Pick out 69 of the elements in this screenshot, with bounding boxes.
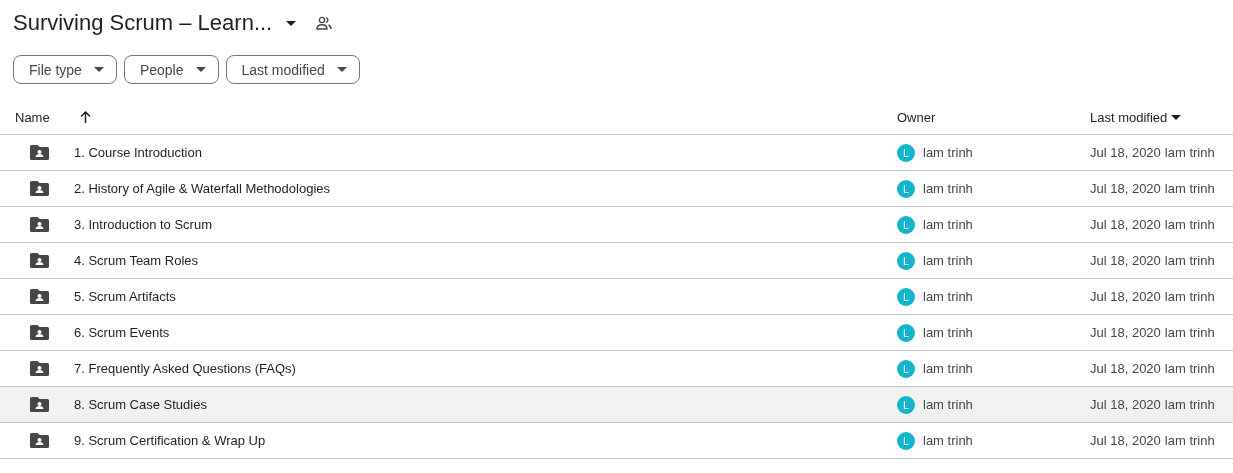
modifier-name: lam trinh — [1164, 397, 1215, 412]
column-header[interactable]: Last modified — [1090, 109, 1168, 125]
owner-avatar: L — [897, 287, 915, 306]
folder-title[interactable]: Surviving Scrum – Learn... — [13, 10, 273, 36]
modified-date: Jul 18, 2020 — [1090, 433, 1161, 448]
column-header[interactable]: Name — [15, 109, 50, 125]
folder-name: 1. Course Introduction — [74, 145, 202, 160]
modified-date: Jul 18, 2020 — [1090, 181, 1161, 196]
shared-folder-icon — [30, 181, 49, 196]
modified-date: Jul 18, 2020 — [1090, 253, 1161, 268]
folder-name: 7. Frequently Asked Questions (FAQs) — [74, 361, 296, 376]
shared-folder-icon — [30, 361, 49, 376]
file-row[interactable]: 8. Scrum Case Studies L lam trinh Jul 18, 2020 lam trinh — [0, 387, 1233, 423]
caret-icon — [336, 67, 347, 72]
modifier-name: lam trinh — [1164, 361, 1215, 376]
folder-name: 3. Introduction to Scrum — [74, 217, 212, 232]
owner-avatar: L — [897, 323, 915, 342]
shared-folder-icon — [30, 145, 49, 160]
modifier-name: lam trinh — [1164, 145, 1215, 160]
modifier-name: lam trinh — [1164, 325, 1215, 340]
modifier-name: lam trinh — [1164, 181, 1215, 196]
owner-name: lam trinh — [923, 325, 973, 340]
owner-name: lam trinh — [923, 217, 973, 232]
caret-icon — [286, 20, 297, 26]
modified-date: Jul 18, 2020 — [1090, 397, 1161, 412]
owner-avatar: L — [897, 215, 915, 234]
owner-avatar: L — [897, 251, 915, 270]
modified-date: Jul 18, 2020 — [1090, 361, 1161, 376]
modifier-name: lam trinh — [1164, 253, 1215, 268]
modified-date: Jul 18, 2020 — [1090, 325, 1161, 340]
owner-name: lam trinh — [923, 289, 973, 304]
shared-folder-icon — [30, 325, 49, 340]
folder-name: 8. Scrum Case Studies — [74, 397, 207, 412]
owner-name: lam trinh — [923, 433, 973, 448]
shared-folder-icon — [30, 253, 49, 268]
up-arrow-icon[interactable] — [79, 111, 91, 123]
shared-folder-icon — [30, 289, 49, 304]
modifier-name: lam trinh — [1164, 217, 1215, 232]
caret-icon — [93, 67, 104, 72]
owner-avatar: L — [897, 359, 915, 378]
shared-folder-icon — [30, 217, 49, 232]
owner-name: lam trinh — [923, 397, 973, 412]
owner-avatar: L — [897, 179, 915, 198]
owner-name: lam trinh — [923, 253, 973, 268]
folder-name: 5. Scrum Artifacts — [74, 289, 176, 304]
owner-name: lam trinh — [923, 145, 973, 160]
column-header[interactable]: Owner — [897, 109, 936, 125]
folder-name: 4. Scrum Team Roles — [74, 253, 199, 268]
shared-folder-icon — [30, 433, 49, 448]
owner-avatar: L — [897, 431, 915, 450]
modifier-name: lam trinh — [1164, 289, 1215, 304]
shared-folder-icon — [30, 397, 49, 412]
owner-avatar: L — [897, 143, 915, 162]
filter-chip[interactable]: File type — [13, 55, 117, 84]
caret-icon — [1171, 114, 1182, 120]
filter-chip[interactable]: Last modified — [225, 55, 360, 84]
modified-date: Jul 18, 2020 — [1090, 217, 1161, 232]
folder-name: 6. Scrum Events — [74, 325, 170, 340]
folder-name: 9. Scrum Certification & Wrap Up — [74, 433, 266, 448]
people-icon[interactable] — [316, 16, 333, 30]
owner-name: lam trinh — [923, 181, 973, 196]
modified-date: Jul 18, 2020 — [1090, 145, 1161, 160]
caret-icon — [195, 67, 206, 72]
modifier-name: lam trinh — [1164, 433, 1215, 448]
filter-chip[interactable]: People — [123, 55, 219, 84]
folder-name: 2. History of Agile & Waterfall Methodologies — [74, 181, 331, 196]
owner-name: lam trinh — [923, 361, 973, 376]
modified-date: Jul 18, 2020 — [1090, 289, 1161, 304]
owner-avatar: L — [897, 395, 915, 414]
